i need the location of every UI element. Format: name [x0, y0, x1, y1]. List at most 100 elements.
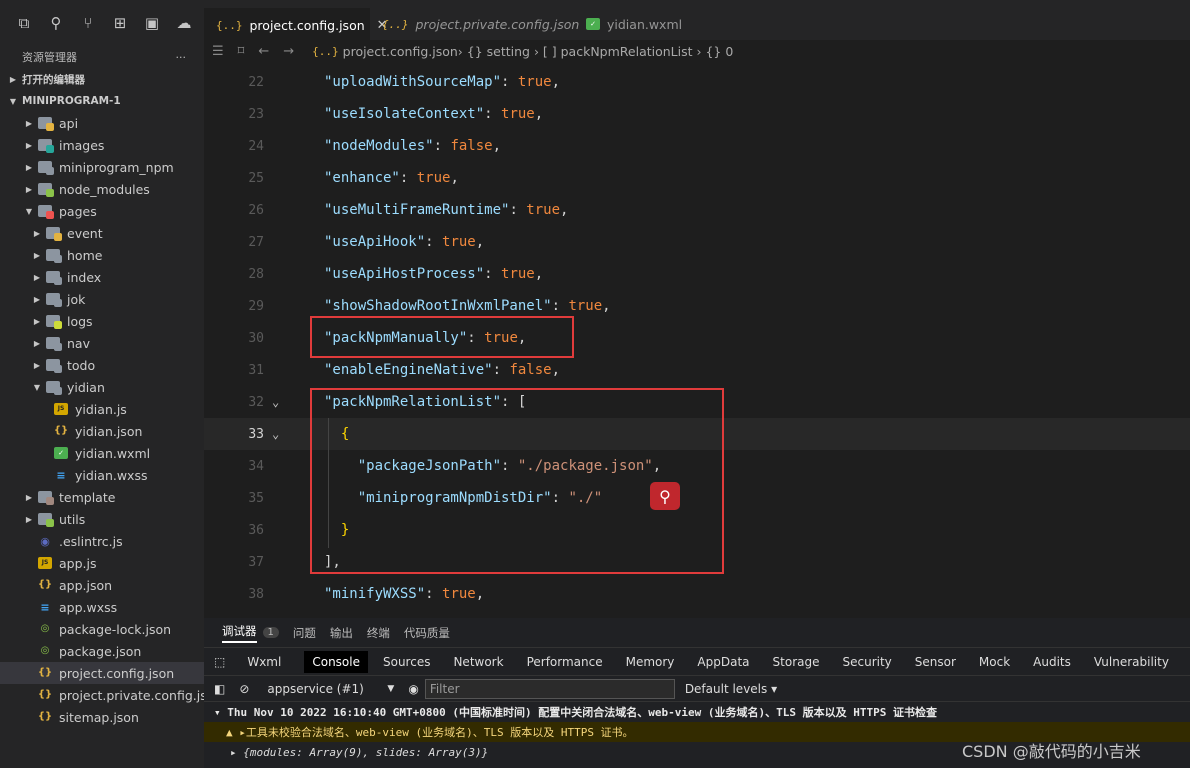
tab-project-private-config[interactable]: {..} project.private.config.json: [370, 8, 579, 40]
open-editors-section[interactable]: ▶ 打开的编辑器: [0, 68, 204, 90]
breadcrumb-file[interactable]: project.config.json: [343, 44, 458, 59]
breadcrumb-path[interactable]: › {} setting › [ ] packNpmRelationList ›…: [458, 44, 734, 59]
tool-tab-wxml[interactable]: Wxml: [247, 655, 281, 669]
code-line[interactable]: 23 "useIsolateContext": true,: [204, 98, 1190, 130]
source-control-icon[interactable]: ⑂: [72, 14, 104, 32]
folder-item[interactable]: ▶ jok: [0, 288, 204, 310]
tool-tab-appdata[interactable]: AppData: [697, 655, 749, 669]
tool-tab-storage[interactable]: Storage: [773, 655, 820, 669]
folder-item[interactable]: ▶ event: [0, 222, 204, 244]
tab-debugger[interactable]: 调试器: [222, 623, 257, 643]
levels-dropdown[interactable]: Default levels ▾: [685, 682, 777, 696]
code-line[interactable]: 38 "minifyWXSS": true,: [204, 578, 1190, 610]
more-actions-icon[interactable]: ···: [176, 51, 187, 64]
tab-problems[interactable]: 问题: [293, 625, 316, 641]
tool-tab-console[interactable]: Console: [304, 650, 368, 673]
folder-item[interactable]: ▶ miniprogram_npm: [0, 156, 204, 178]
search-icon[interactable]: ⚲: [40, 14, 72, 32]
folder-item[interactable]: ▶ logs: [0, 310, 204, 332]
tool-tab-sensor[interactable]: Sensor: [915, 655, 956, 669]
folder-item[interactable]: ▶ todo: [0, 354, 204, 376]
file-item[interactable]: ◎ package.json: [0, 640, 204, 662]
file-item[interactable]: ◉ .eslintrc.js: [0, 530, 204, 552]
tab-output[interactable]: 输出: [330, 625, 353, 641]
file-tree: ▶ api ▶ images ▶ miniprogram_npm ▶ node_modules…: [0, 112, 204, 728]
tool-tab-security[interactable]: Security: [842, 655, 891, 669]
folder-item[interactable]: ▼ yidian: [0, 376, 204, 398]
cloud-icon[interactable]: ☁: [168, 14, 200, 32]
tab-project-config[interactable]: {..} project.config.json ✕: [204, 8, 388, 42]
file-item[interactable]: ✓ yidian.wxml: [0, 442, 204, 464]
file-item[interactable]: {} project.config.json: [0, 662, 204, 684]
filter-input[interactable]: Filter: [424, 678, 675, 699]
tab-code-quality[interactable]: 代码质量: [404, 625, 450, 641]
list-icon[interactable]: ☰: [212, 44, 224, 59]
tool-tab-vulnerability[interactable]: Vulnerability: [1094, 655, 1169, 669]
chevron-down-icon[interactable]: ▼: [387, 684, 394, 694]
devtools-icon[interactable]: ▣: [136, 14, 168, 32]
folder-item[interactable]: ▶ nav: [0, 332, 204, 354]
fold-chevron-icon[interactable]: ⌄: [272, 395, 279, 409]
tree-item-label: .eslintrc.js: [59, 533, 123, 549]
folder-item[interactable]: ▶ index: [0, 266, 204, 288]
code-line[interactable]: 22 "uploadWithSourceMap": true,: [204, 66, 1190, 98]
inspect-icon[interactable]: ⬚: [214, 655, 225, 669]
sidebar-toggle-icon[interactable]: ◧: [214, 682, 225, 696]
code-line[interactable]: 28 "useApiHostProcess": true,: [204, 258, 1190, 290]
folder-item[interactable]: ▶ node_modules: [0, 178, 204, 200]
package-file-icon: ◎: [40, 623, 50, 634]
file-item[interactable]: {} project.private.config.js...: [0, 684, 204, 706]
folder-item[interactable]: ▶ home: [0, 244, 204, 266]
code-token: false: [450, 138, 493, 154]
tool-tab-audits[interactable]: Audits: [1033, 655, 1071, 669]
code-line[interactable]: 25 "enhance": true,: [204, 162, 1190, 194]
file-item[interactable]: ≡ app.wxss: [0, 596, 204, 618]
extensions-icon[interactable]: ⊞: [104, 14, 136, 32]
file-item[interactable]: {} yidian.json: [0, 420, 204, 442]
json-file-icon: {}: [37, 689, 53, 700]
line-number: 38: [248, 586, 264, 602]
folder-item[interactable]: ▶ api: [0, 112, 204, 134]
folder-item[interactable]: ▶ utils: [0, 508, 204, 530]
fold-chevron-icon[interactable]: ⌄: [272, 427, 279, 441]
log-entry[interactable]: ▾ Thu Nov 10 2022 16:10:40 GMT+0800 (中国标…: [204, 702, 1190, 722]
tool-tab-memory[interactable]: Memory: [626, 655, 675, 669]
tool-tab-performance[interactable]: Performance: [527, 655, 603, 669]
issue-count-badge: 1: [262, 627, 279, 638]
code-line[interactable]: 26 "useMultiFrameRuntime": true,: [204, 194, 1190, 226]
bookmark-icon[interactable]: ⌑: [238, 44, 245, 59]
open-editors-label: 打开的编辑器: [22, 73, 85, 86]
tab-yidian-wxml[interactable]: ✓ yidian.wxml: [574, 8, 704, 40]
code-token: true: [442, 234, 476, 250]
eye-icon[interactable]: ◉: [408, 682, 418, 696]
explorer-header: 资源管理器 ···: [0, 46, 204, 68]
file-item[interactable]: ◎ package-lock.json: [0, 618, 204, 640]
project-section[interactable]: ▼ MINIPROGRAM-1: [0, 90, 204, 112]
file-item[interactable]: {} app.json: [0, 574, 204, 596]
code-token: :: [551, 298, 569, 314]
code-editor[interactable]: 22 "uploadWithSourceMap": true, 23 "useIsol…: [204, 62, 1190, 618]
code-line[interactable]: 24 "nodeModules": false,: [204, 130, 1190, 162]
search-lens-button[interactable]: ⚲: [650, 482, 680, 510]
context-select[interactable]: appservice (#1): [267, 682, 387, 696]
line-number: 33: [248, 426, 264, 442]
file-item[interactable]: ≡ yidian.wxss: [0, 464, 204, 486]
tool-tab-sources[interactable]: Sources: [383, 655, 430, 669]
file-item[interactable]: JS yidian.js: [0, 398, 204, 420]
folder-item[interactable]: ▶ template: [0, 486, 204, 508]
back-arrow-icon[interactable]: ←: [258, 44, 269, 59]
tree-item-label: index: [67, 269, 102, 285]
tool-tab-network[interactable]: Network: [453, 655, 503, 669]
file-item[interactable]: JS app.js: [0, 552, 204, 574]
code-line[interactable]: 31 "enableEngineNative": false,: [204, 354, 1190, 386]
folder-item[interactable]: ▶ images: [0, 134, 204, 156]
code-line[interactable]: 27 "useApiHook": true,: [204, 226, 1190, 258]
tool-tab-mock[interactable]: Mock: [979, 655, 1010, 669]
forward-arrow-icon[interactable]: →: [283, 44, 294, 59]
clear-console-icon[interactable]: ⊘: [239, 682, 249, 696]
files-icon[interactable]: ⧉: [8, 14, 40, 32]
tab-terminal[interactable]: 终端: [367, 625, 390, 641]
file-item[interactable]: {} sitemap.json: [0, 706, 204, 728]
folder-item[interactable]: ▼ pages: [0, 200, 204, 222]
wxml-file-icon: ✓: [54, 447, 68, 459]
